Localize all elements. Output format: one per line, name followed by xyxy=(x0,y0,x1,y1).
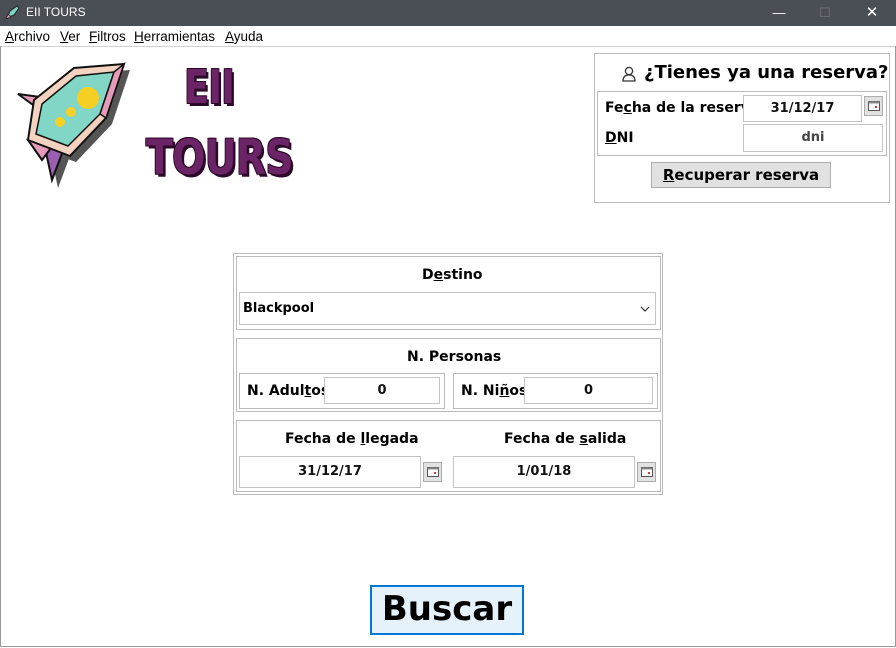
label-part: NI xyxy=(616,130,634,146)
rocket-logo-icon xyxy=(17,61,130,188)
fecha-reserva-calendar-button[interactable] xyxy=(864,96,883,116)
label-part: Fecha de xyxy=(504,431,580,447)
label-mnemonic: D xyxy=(605,130,617,146)
button-label: ecuperar reserva xyxy=(674,166,820,184)
calendar-icon xyxy=(868,101,880,111)
menu-filtros[interactable]: Filtros xyxy=(89,29,126,44)
label-mnemonic: ñ xyxy=(499,383,510,399)
fecha-reserva-label: Fecha de la reserva xyxy=(605,100,759,116)
destino-label: Destino xyxy=(422,267,483,283)
menu-label: yuda xyxy=(233,29,264,44)
adultos-input[interactable]: 0 xyxy=(324,377,440,404)
label-mnemonic: s xyxy=(579,431,588,447)
menu-label: er xyxy=(68,29,81,44)
menu-ayuda[interactable]: Ayuda xyxy=(225,29,263,44)
menu-label: erramientas xyxy=(143,29,216,44)
personas-label: N. Personas xyxy=(407,349,502,365)
label-part: N. Adul xyxy=(247,383,305,399)
window-title: EII TOURS xyxy=(26,5,86,19)
label-mnemonic: c xyxy=(623,100,632,116)
reserva-heading-text: ¿Tienes ya una reserva? xyxy=(644,62,889,83)
destino-select[interactable]: Blackpool xyxy=(239,292,656,325)
dni-input[interactable]: dni xyxy=(743,124,883,152)
label-part: legada xyxy=(365,431,419,447)
menu-ver[interactable]: Ver xyxy=(60,29,80,44)
label-part: ha de la reserva xyxy=(631,100,760,116)
llegada-calendar-button[interactable] xyxy=(423,462,442,482)
button-mnemonic: R xyxy=(662,166,675,184)
label-part: Fe xyxy=(605,100,624,116)
dni-label: DNI xyxy=(605,130,634,146)
salida-label: Fecha de salida xyxy=(504,431,626,447)
ninos-input[interactable]: 0 xyxy=(524,377,653,404)
title-bar: EII TOURS — ☐ ✕ xyxy=(0,0,896,26)
adultos-label: N. Adultos xyxy=(247,383,329,399)
label-part: N. Ni xyxy=(461,383,500,399)
recuperar-reserva-button[interactable]: Recuperar reserva xyxy=(651,162,831,188)
label-part: D xyxy=(422,267,434,283)
label-part: stino xyxy=(443,267,483,283)
menu-archivo[interactable]: Archivo xyxy=(5,29,50,44)
calendar-icon xyxy=(427,467,439,477)
menu-herramientas[interactable]: Herramientas xyxy=(134,29,215,44)
close-button[interactable]: ✕ xyxy=(849,0,895,26)
menu-label: rchivo xyxy=(14,29,51,44)
maximize-button[interactable]: ☐ xyxy=(802,0,848,26)
llegada-label: Fecha de llegada xyxy=(285,431,419,447)
buscar-button[interactable]: Buscar xyxy=(370,585,524,635)
calendar-icon xyxy=(641,467,653,477)
label-mnemonic: e xyxy=(433,267,444,283)
app-rocket-icon xyxy=(5,5,20,20)
user-icon xyxy=(622,66,636,82)
minimize-button[interactable]: — xyxy=(756,0,802,26)
logo-line2: TOURS xyxy=(146,130,294,186)
menu-mnemonic: A xyxy=(225,29,234,44)
logo-line1: EII xyxy=(184,60,235,114)
chevron-down-icon xyxy=(640,306,650,312)
destino-selected-value: Blackpool xyxy=(243,301,315,316)
menu-mnemonic: F xyxy=(89,29,98,44)
salida-calendar-button[interactable] xyxy=(637,462,656,482)
fecha-reserva-input[interactable]: 31/12/17 xyxy=(743,95,862,122)
ninos-label: N. Niños xyxy=(461,383,527,399)
menu-mnemonic: A xyxy=(5,29,15,44)
salida-input[interactable]: 1/01/18 xyxy=(453,456,635,488)
llegada-input[interactable]: 31/12/17 xyxy=(239,456,421,488)
menu-mnemonic: H xyxy=(134,29,144,44)
label-part: alida xyxy=(587,431,627,447)
menu-label: iltros xyxy=(97,29,126,44)
label-part: Fecha de xyxy=(285,431,361,447)
menu-bar: Archivo Ver Filtros Herramientas Ayuda xyxy=(0,26,896,47)
